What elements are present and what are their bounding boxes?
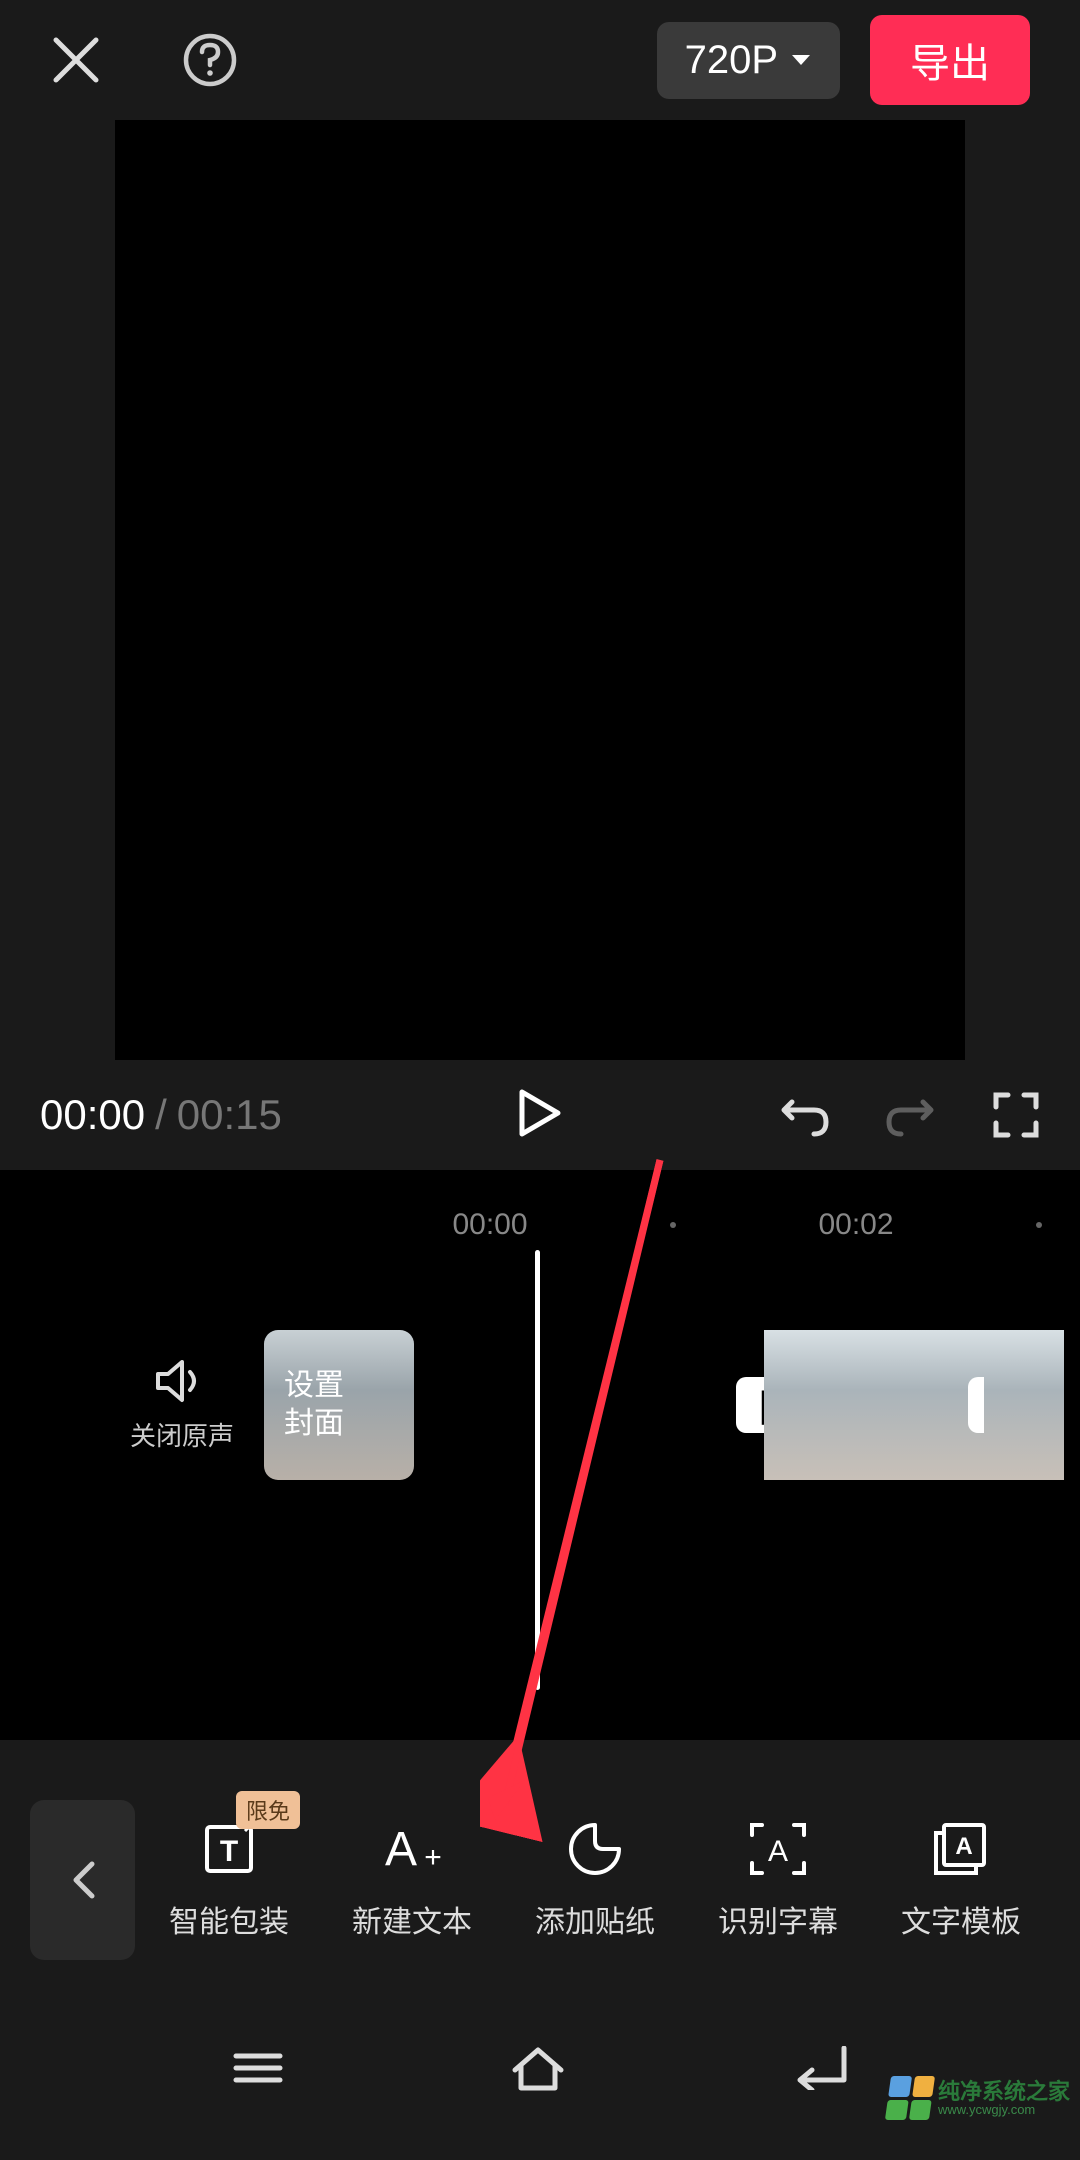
tool-label: 新建文本: [352, 1897, 472, 1941]
mute-label: 关闭原声: [130, 1416, 234, 1453]
top-bar: 720P 导出: [0, 0, 1080, 120]
video-clip[interactable]: [544, 1330, 764, 1480]
timeline[interactable]: 00:00 00:02 关闭原声 设置 封面 | +: [0, 1170, 1080, 1740]
play-button[interactable]: [518, 1088, 562, 1143]
ruler-dot: [1036, 1222, 1042, 1228]
subtitle-scan-icon: A: [748, 1819, 808, 1879]
ruler-dot: [670, 1222, 676, 1228]
playhead[interactable]: [535, 1250, 540, 1690]
cover-label-2: 封面: [284, 1405, 414, 1443]
menu-icon: [230, 2048, 286, 2088]
tool-label: 添加贴纸: [535, 1897, 655, 1941]
tool-add-sticker[interactable]: 添加贴纸: [506, 1819, 684, 1941]
video-clip[interactable]: [984, 1330, 1064, 1480]
fullscreen-button[interactable]: [992, 1091, 1040, 1139]
clips-track[interactable]: | +: [544, 1330, 1064, 1480]
undo-icon: [778, 1092, 830, 1138]
video-clip[interactable]: [764, 1330, 984, 1480]
ruler-tick: 00:02: [806, 1208, 906, 1242]
time-total: 00:15: [177, 1091, 282, 1139]
time-current: 00:00: [40, 1091, 145, 1139]
tool-new-text[interactable]: A + 新建文本: [323, 1819, 501, 1941]
home-icon: [507, 2044, 569, 2092]
time-ruler: 00:00 00:02: [0, 1200, 1080, 1250]
text-add-icon: A +: [377, 1819, 447, 1879]
play-icon: [518, 1088, 562, 1138]
help-button[interactable]: [182, 32, 238, 88]
time-display: 00:00 / 00:15: [40, 1091, 282, 1139]
nav-recents-button[interactable]: [230, 2048, 286, 2093]
chevron-left-icon: [70, 1860, 96, 1900]
close-button[interactable]: [50, 34, 102, 86]
back-icon: [790, 2046, 850, 2090]
nav-back-button[interactable]: [790, 2046, 850, 2095]
resolution-button[interactable]: 720P: [657, 22, 840, 99]
system-nav-bar: [0, 1980, 1080, 2160]
video-preview[interactable]: [115, 120, 965, 1060]
free-badge: 限免: [236, 1791, 300, 1829]
redo-button[interactable]: [885, 1092, 937, 1138]
speaker-icon: [154, 1358, 210, 1404]
tool-label: 智能包装: [169, 1897, 289, 1941]
undo-button[interactable]: [778, 1092, 830, 1138]
track-area: 关闭原声 设置 封面 | +: [0, 1330, 1080, 1480]
tool-text-template[interactable]: A 文字模板: [872, 1819, 1050, 1941]
svg-text:A: A: [955, 1833, 972, 1860]
expand-icon: [992, 1091, 1040, 1139]
close-icon: [50, 34, 102, 86]
text-toolbar: 限免 T 智能包装 A + 新建文本 添加贴纸: [0, 1800, 1080, 1960]
back-button[interactable]: [30, 1800, 135, 1960]
svg-text:A: A: [385, 1823, 417, 1876]
tool-label: 识别字幕: [718, 1897, 838, 1941]
svg-text:A: A: [768, 1835, 788, 1868]
time-separator: /: [155, 1091, 167, 1139]
watermark: 纯净系统之家 www.ycwgjy.com: [888, 2076, 1070, 2120]
watermark-logo-icon: [885, 2076, 935, 2120]
nav-home-button[interactable]: [507, 2044, 569, 2097]
redo-icon: [885, 1092, 937, 1138]
tool-recognize-subtitle[interactable]: A 识别字幕: [689, 1819, 867, 1941]
sticker-icon: [567, 1819, 623, 1879]
resolution-label: 720P: [685, 38, 778, 83]
set-cover-button[interactable]: 设置 封面: [264, 1330, 414, 1480]
tool-label: 文字模板: [901, 1897, 1021, 1941]
text-template-icon: A: [930, 1819, 992, 1879]
chevron-down-icon: [790, 53, 812, 67]
svg-text:T: T: [220, 1835, 238, 1868]
tool-smart-package[interactable]: 限免 T 智能包装: [140, 1819, 318, 1941]
export-label: 导出: [910, 42, 990, 86]
playback-bar: 00:00 / 00:15: [0, 1060, 1080, 1170]
ruler-tick: 00:00: [440, 1208, 540, 1242]
watermark-title: 纯净系统之家: [938, 2081, 1070, 2103]
export-button[interactable]: 导出: [870, 15, 1030, 105]
help-icon: [182, 32, 238, 88]
watermark-url: www.ycwgjy.com: [938, 2103, 1070, 2116]
svg-text:+: +: [424, 1841, 442, 1874]
mute-original-button[interactable]: 关闭原声: [130, 1358, 234, 1453]
cover-label-1: 设置: [284, 1367, 414, 1405]
